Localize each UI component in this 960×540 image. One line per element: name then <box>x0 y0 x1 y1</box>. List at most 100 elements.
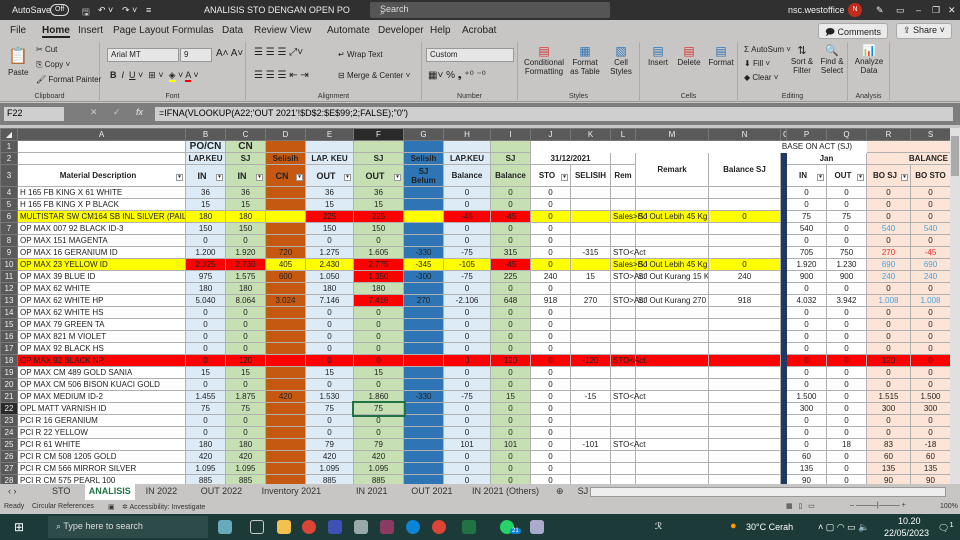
row-header[interactable]: 17 <box>0 342 18 355</box>
font-style-buttons[interactable]: B I U ˅ ⊞ ˅ ◈ ˅ A ˅ <box>110 70 199 82</box>
cell-A6[interactable]: MULTISTAR SW CM164 SB INL SILVER (PAIL) <box>17 210 186 223</box>
header-cell[interactable]: STO ▾ <box>530 164 571 187</box>
cell-Q4[interactable]: 0 <box>826 186 867 199</box>
cell-R9[interactable]: 270 <box>866 246 911 259</box>
filter-dropdown-icon[interactable]: ▾ <box>901 173 908 181</box>
cell-I6[interactable]: -45 <box>490 210 531 223</box>
cell-C7[interactable]: 150 <box>225 222 266 235</box>
cell-K6[interactable] <box>570 210 611 223</box>
cell-Q17[interactable]: 0 <box>826 342 867 355</box>
row-header[interactable]: 22 <box>0 402 18 415</box>
header-cell[interactable]: SJ <box>490 152 531 165</box>
cell-D16[interactable] <box>265 330 306 343</box>
cell-N16[interactable] <box>708 330 781 343</box>
cell-E25[interactable]: 79 <box>305 438 354 451</box>
cell-A7[interactable]: OP MAX 007 92 BLACK ID-3 <box>17 222 186 235</box>
cell-K16[interactable] <box>570 330 611 343</box>
cell-B20[interactable]: 0 <box>185 378 226 391</box>
row-header[interactable]: 21 <box>0 390 18 403</box>
cell-A25[interactable]: PCI R 61 WHITE <box>17 438 186 451</box>
cell-B26[interactable]: 420 <box>185 450 226 463</box>
header-cell[interactable]: IN ▾ <box>185 164 226 187</box>
add-sheet-icon[interactable]: ⊕ <box>556 486 564 497</box>
cell-Q19[interactable]: 0 <box>826 366 867 379</box>
cell-H27[interactable]: 0 <box>443 462 491 475</box>
column-header-E[interactable]: E <box>305 128 354 141</box>
cell-E16[interactable]: 0 <box>305 330 354 343</box>
cell-C10[interactable]: 2.730 <box>225 258 266 271</box>
cell-J14[interactable]: 0 <box>530 306 571 319</box>
tab-data[interactable]: Data <box>222 25 243 36</box>
cell-D23[interactable] <box>265 414 306 427</box>
row-header[interactable]: 9 <box>0 246 18 259</box>
cell[interactable] <box>490 140 531 153</box>
cell-F10[interactable]: 2.775 <box>353 258 404 271</box>
cell-G27[interactable] <box>403 462 444 475</box>
cell-A24[interactable]: PCI R 22 YELLOW <box>17 426 186 439</box>
cell-H6[interactable]: -45 <box>443 210 491 223</box>
cell-L8[interactable] <box>610 234 636 247</box>
cell-B18[interactable]: 0 <box>185 354 226 367</box>
cell-P11[interactable]: 900 <box>786 270 827 283</box>
cell-A20[interactable]: OP MAX CM 506 BISON KUACI GOLD <box>17 378 186 391</box>
tab-automate[interactable]: Automate <box>327 25 370 36</box>
cell-B9[interactable]: 1.200 <box>185 246 226 259</box>
cell-F21[interactable]: 1.860 <box>353 390 404 403</box>
cell-E22[interactable]: 75 <box>305 402 354 415</box>
cell-E21[interactable]: 1.530 <box>305 390 354 403</box>
cell[interactable] <box>305 140 354 153</box>
cell-J21[interactable]: 0 <box>530 390 571 403</box>
cell-I10[interactable]: -45 <box>490 258 531 271</box>
header-cell[interactable]: BASE ON ACT (SJ) <box>530 140 867 153</box>
cell-E8[interactable]: 0 <box>305 234 354 247</box>
cell-E17[interactable]: 0 <box>305 342 354 355</box>
column-header-Q[interactable]: Q <box>826 128 867 141</box>
cell-I22[interactable]: 0 <box>490 402 531 415</box>
cell-I11[interactable]: 225 <box>490 270 531 283</box>
cell-K9[interactable]: -315 <box>570 246 611 259</box>
cell-P15[interactable]: 0 <box>786 318 827 331</box>
number-format-select[interactable]: Custom <box>426 48 514 62</box>
cell-R16[interactable]: 0 <box>866 330 911 343</box>
cell-A4[interactable]: H 165 FB KING X 61 WHITE <box>17 186 186 199</box>
cell-B15[interactable]: 0 <box>185 318 226 331</box>
cell-A9[interactable]: OP MAX 16 GERANIUM ID <box>17 246 186 259</box>
cell-H12[interactable]: 0 <box>443 282 491 295</box>
cell-M13[interactable]: SJ Out Kurang 270 Kg <box>635 294 709 307</box>
undo-icon[interactable]: ↶ ˅ <box>98 5 113 16</box>
filter-dropdown-icon[interactable]: ▾ <box>296 173 303 181</box>
cell-C14[interactable]: 0 <box>225 306 266 319</box>
cell-C23[interactable]: 0 <box>225 414 266 427</box>
cell-C13[interactable]: 8.064 <box>225 294 266 307</box>
cell-F28[interactable]: 885 <box>353 474 404 484</box>
row-header[interactable]: 7 <box>0 222 18 235</box>
cell-Q25[interactable]: 18 <box>826 438 867 451</box>
row-header[interactable]: 13 <box>0 294 18 307</box>
cell-Q27[interactable]: 0 <box>826 462 867 475</box>
cell-C19[interactable]: 15 <box>225 366 266 379</box>
cell[interactable] <box>353 140 404 153</box>
enter-icon[interactable]: ✓ <box>113 107 121 118</box>
cell-S23[interactable]: 0 <box>910 414 950 427</box>
cell-N14[interactable] <box>708 306 781 319</box>
cell-N15[interactable] <box>708 318 781 331</box>
cell-D4[interactable] <box>265 186 306 199</box>
cell-I14[interactable]: 0 <box>490 306 531 319</box>
cell-B25[interactable]: 180 <box>185 438 226 451</box>
cell-F18[interactable]: 0 <box>353 354 404 367</box>
cell-A21[interactable]: OP MAX MEDIUM ID-2 <box>17 390 186 403</box>
cell-B5[interactable]: 15 <box>185 198 226 211</box>
cell-H13[interactable]: -2.106 <box>443 294 491 307</box>
cell[interactable] <box>443 140 491 153</box>
cell-S27[interactable]: 135 <box>910 462 950 475</box>
format-painter-button[interactable]: 🖌 Format Painter <box>36 75 101 84</box>
cell-S16[interactable]: 0 <box>910 330 950 343</box>
row-header[interactable]: 2 <box>0 152 18 165</box>
edge-icon[interactable] <box>406 520 420 534</box>
cell-N23[interactable] <box>708 414 781 427</box>
sheet-tab[interactable]: IN 2021 (Others) <box>472 486 539 496</box>
number-format-icons[interactable]: ▦˅ % ❟ ⁺⁰ ⁻⁰ <box>428 70 486 81</box>
cell-M6[interactable]: SJ Out Lebih 45 Kg <box>635 210 709 223</box>
row-header[interactable]: 11 <box>0 270 18 283</box>
cell-D18[interactable] <box>265 354 306 367</box>
